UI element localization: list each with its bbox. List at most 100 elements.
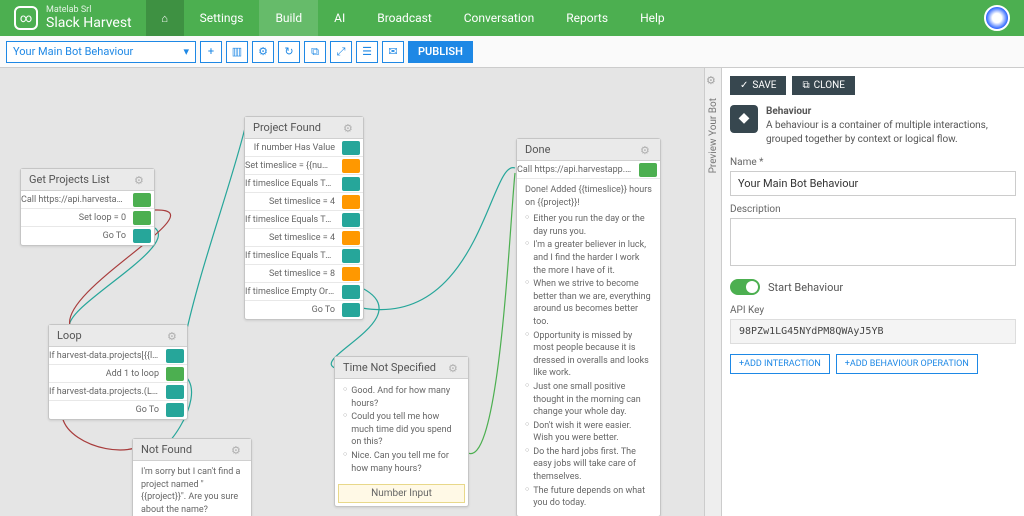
preview-tab[interactable]: Preview Your Bot bbox=[708, 98, 719, 173]
brand: ∞ Matelab Srl Slack Harvest bbox=[0, 6, 146, 31]
row-badge bbox=[166, 403, 184, 417]
node-not-found[interactable]: Not Found⚙ I'm sorry but I can't find a … bbox=[132, 438, 252, 516]
row-text: If harvest-data.projects[{{loop}}].name.… bbox=[49, 351, 163, 361]
node-done[interactable]: Done⚙ Call https://api.harvestapp.com/ap… bbox=[516, 138, 661, 516]
gear-icon[interactable]: ⚙ bbox=[448, 362, 460, 374]
node-row[interactable]: Set timeslice = 4 bbox=[245, 229, 363, 247]
node-loop[interactable]: Loop ⚙ If harvest-data.projects[{{loop}}]… bbox=[48, 324, 188, 420]
node-row[interactable]: Set timeslice = {{number}} bbox=[245, 157, 363, 175]
row-text: If timeslice Equals To half day bbox=[245, 179, 339, 189]
bot-selector[interactable]: Your Main Bot Behaviour ▾ bbox=[6, 41, 196, 63]
brand-icon: ∞ bbox=[14, 6, 38, 30]
toolbar: Your Main Bot Behaviour ▾ + ▥ ⚙ ↻ ⧉ ⤢ ☰ … bbox=[0, 36, 1024, 68]
row-badge bbox=[342, 159, 360, 173]
node-row[interactable]: If harvest-data.projects[{{loop}}].name.… bbox=[49, 347, 187, 365]
row-text: Set timeslice = {{number}} bbox=[245, 161, 339, 171]
settings-button[interactable]: ⚙ bbox=[252, 41, 274, 63]
row-badge bbox=[166, 367, 184, 381]
node-row[interactable]: If harvest-data.projects.(Length) Great.… bbox=[49, 383, 187, 401]
node-row[interactable]: If timeslice Empty Or Unset bbox=[245, 283, 363, 301]
bullet-item: Do the hard jobs first. The easy jobs wi… bbox=[525, 446, 652, 484]
name-label: Name * bbox=[730, 157, 1016, 168]
add-button[interactable]: + bbox=[200, 41, 222, 63]
toggle-label: Start Behaviour bbox=[768, 281, 843, 294]
number-input-slot[interactable]: Number Input bbox=[338, 484, 465, 503]
node-row[interactable]: Set loop = 0 bbox=[21, 209, 154, 227]
bullet-item: When we strive to become better than we … bbox=[525, 278, 652, 328]
info-text: A behaviour is a container of multiple i… bbox=[766, 120, 988, 145]
api-key-value[interactable]: 98PZw1LG45NYdPM8QWAyJ5YB bbox=[730, 319, 1016, 344]
node-row[interactable]: If timeslice Equals To half day bbox=[245, 175, 363, 193]
refresh-button[interactable]: ↻ bbox=[278, 41, 300, 63]
gear-icon[interactable]: ⚙ bbox=[706, 74, 720, 88]
node-body-text: I'm sorry but I can't find a project nam… bbox=[133, 461, 251, 516]
side-tab: ⚙ Preview Your Bot bbox=[704, 68, 722, 516]
main-nav: SettingsBuildAIBroadcastConversationRepo… bbox=[184, 0, 681, 36]
node-row[interactable]: Add 1 to loop bbox=[49, 365, 187, 383]
avatar[interactable] bbox=[984, 5, 1010, 31]
node-row[interactable]: Go To bbox=[245, 301, 363, 319]
publish-button[interactable]: PUBLISH bbox=[408, 41, 473, 63]
save-button[interactable]: ✓ SAVE bbox=[730, 76, 786, 95]
nav-help[interactable]: Help bbox=[624, 0, 681, 36]
expand-button[interactable]: ⤢ bbox=[330, 41, 352, 63]
node-row[interactable]: Set timeslice = 4 bbox=[245, 193, 363, 211]
node-title: Done bbox=[525, 143, 550, 156]
node-row[interactable]: Go To bbox=[49, 401, 187, 419]
nav-ai[interactable]: AI bbox=[318, 0, 361, 36]
row-badge bbox=[342, 213, 360, 227]
nav-broadcast[interactable]: Broadcast bbox=[361, 0, 448, 36]
chart-button[interactable]: ▥ bbox=[226, 41, 248, 63]
add-behaviour-op-button[interactable]: +ADD BEHAVIOUR OPERATION bbox=[836, 354, 978, 374]
nav-conversation[interactable]: Conversation bbox=[448, 0, 550, 36]
row-text: Add 1 to loop bbox=[49, 369, 163, 379]
node-title: Loop bbox=[57, 329, 82, 342]
gear-icon[interactable]: ⚙ bbox=[167, 330, 179, 342]
node-row[interactable]: If timeslice Equals To half day bbox=[245, 211, 363, 229]
start-toggle[interactable] bbox=[730, 279, 760, 295]
bullet-item: Either you run the day or the day runs y… bbox=[525, 213, 652, 238]
node-get-projects[interactable]: Get Projects List ⚙ Call https://api.harv… bbox=[20, 168, 155, 246]
nav-settings[interactable]: Settings bbox=[184, 0, 260, 36]
description-input[interactable] bbox=[730, 218, 1016, 266]
list-button[interactable]: ☰ bbox=[356, 41, 378, 63]
properties-panel: ✓ SAVE ⧉ CLONE ◆ Behaviour A behaviour i… bbox=[722, 68, 1024, 516]
add-interaction-button[interactable]: +ADD INTERACTION bbox=[730, 354, 830, 374]
bullet-item: Opportunity is missed by most people bec… bbox=[525, 330, 652, 380]
row-text: Go To bbox=[49, 405, 163, 415]
row-badge bbox=[166, 349, 184, 363]
node-row[interactable]: Call https://api.harvestapp.com/api/v2/.… bbox=[21, 191, 154, 209]
home-button[interactable]: ⌂ bbox=[146, 0, 184, 36]
row-badge bbox=[342, 231, 360, 245]
row-badge bbox=[342, 267, 360, 281]
flow-canvas[interactable]: Get Projects List ⚙ Call https://api.harv… bbox=[0, 68, 704, 516]
row-badge bbox=[133, 193, 151, 207]
row-badge bbox=[342, 195, 360, 209]
row-badge bbox=[342, 177, 360, 191]
row-text: Set timeslice = 8 bbox=[245, 269, 339, 279]
node-time-not-specified[interactable]: Time Not Specified⚙ Good. And for how ma… bbox=[334, 356, 469, 507]
gear-icon[interactable]: ⚙ bbox=[231, 444, 243, 456]
behaviour-icon: ◆ bbox=[730, 105, 758, 133]
bullet-item: I'm a greater believer in luck, and I fi… bbox=[525, 239, 652, 277]
node-row[interactable]: If number Has Value bbox=[245, 139, 363, 157]
gear-icon[interactable]: ⚙ bbox=[134, 174, 146, 186]
nav-build[interactable]: Build bbox=[259, 0, 318, 36]
node-row[interactable]: Go To bbox=[21, 227, 154, 245]
description-label: Description bbox=[730, 204, 1016, 215]
row-badge bbox=[342, 285, 360, 299]
node-title: Get Projects List bbox=[29, 173, 110, 186]
row-text: Set timeslice = 4 bbox=[245, 197, 339, 207]
copy-button[interactable]: ⧉ bbox=[304, 41, 326, 63]
node-row[interactable]: If timeslice Equals To all day bbox=[245, 247, 363, 265]
gear-icon[interactable]: ⚙ bbox=[640, 144, 652, 156]
nav-reports[interactable]: Reports bbox=[550, 0, 624, 36]
name-input[interactable] bbox=[730, 171, 1016, 196]
info-box: ◆ Behaviour A behaviour is a container o… bbox=[730, 105, 1016, 147]
clone-button[interactable]: ⧉ CLONE bbox=[792, 76, 854, 95]
message-button[interactable]: ✉ bbox=[382, 41, 404, 63]
node-row[interactable]: Set timeslice = 8 bbox=[245, 265, 363, 283]
gear-icon[interactable]: ⚙ bbox=[343, 122, 355, 134]
row-badge bbox=[133, 229, 151, 243]
node-project-found[interactable]: Project Found⚙ If number Has ValueSet ti… bbox=[244, 116, 364, 320]
